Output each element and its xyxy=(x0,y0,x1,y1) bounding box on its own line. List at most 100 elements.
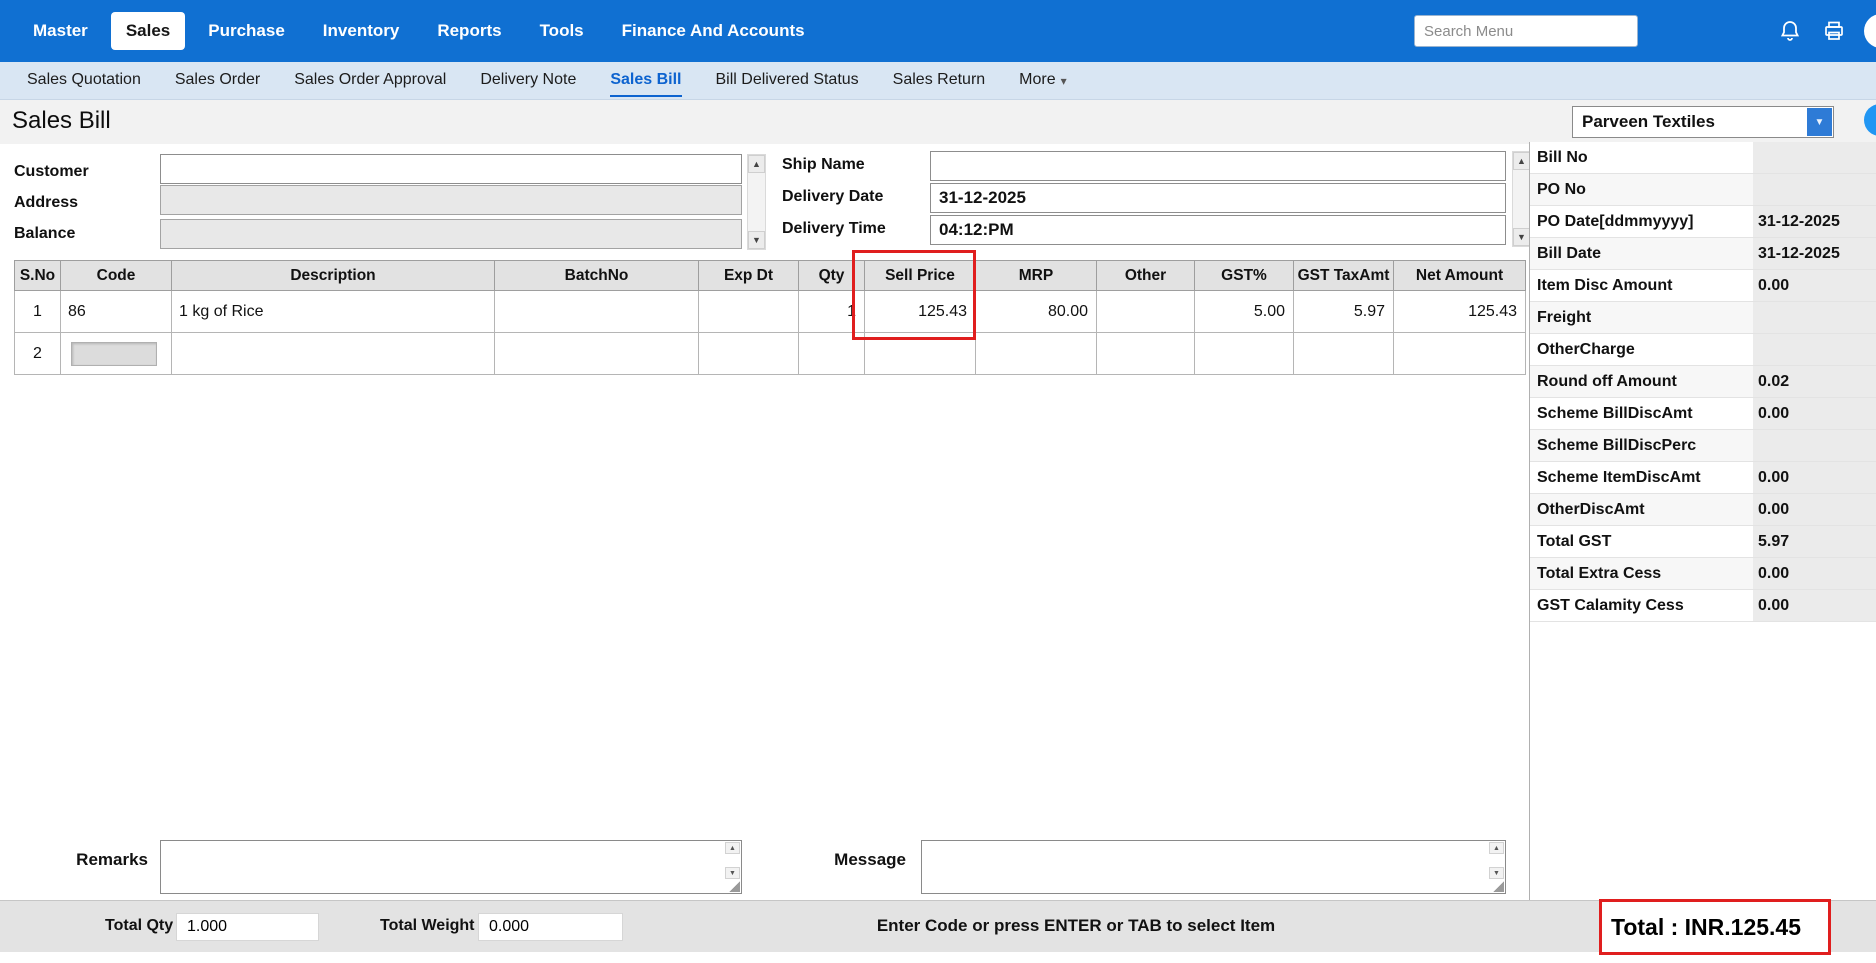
remarks-label: Remarks xyxy=(0,850,148,870)
cell-code[interactable]: 86 xyxy=(61,291,172,333)
resize-grip-icon[interactable] xyxy=(1492,880,1504,892)
cell-code xyxy=(61,333,172,375)
total-weight-label: Total Weight xyxy=(380,917,475,935)
remarks-input[interactable] xyxy=(161,841,723,893)
scroll-down-icon[interactable]: ▼ xyxy=(1513,228,1530,246)
cell-description[interactable] xyxy=(172,333,495,375)
col-header-qty: Qty xyxy=(799,261,865,291)
delivery-time-label: Delivery Time xyxy=(782,220,886,238)
cell-description[interactable]: 1 kg of Rice xyxy=(172,291,495,333)
items-table-header: S.No Code Description BatchNo Exp Dt Qty… xyxy=(15,261,1526,291)
cell-gst-taxamt[interactable] xyxy=(1294,333,1394,375)
scroll-up-icon[interactable]: ▲ xyxy=(748,155,765,173)
cell-gst-percent[interactable] xyxy=(1195,333,1294,375)
address-label: Address xyxy=(14,194,78,212)
scroll-down-icon[interactable]: ▼ xyxy=(748,231,765,249)
summary-row-po-date: PO Date[ddmmyyyy]31-12-2025 xyxy=(1530,206,1876,238)
scroll-down-icon[interactable]: ▼ xyxy=(1489,867,1504,879)
otherdiscamt-value[interactable]: 0.00 xyxy=(1753,494,1876,525)
subnav-item-sales-bill[interactable]: Sales Bill xyxy=(593,62,698,99)
company-select[interactable]: Parveen Textiles ▼ xyxy=(1572,106,1834,138)
total-highlight: Total : INR.125.45 xyxy=(1599,899,1831,955)
delivery-time-input[interactable] xyxy=(930,215,1506,245)
ship-name-input[interactable] xyxy=(930,151,1506,181)
po-date-value[interactable]: 31-12-2025 xyxy=(1753,206,1876,237)
cell-qty[interactable]: 1 xyxy=(799,291,865,333)
subnav-item-more[interactable]: More ▾ xyxy=(1002,62,1083,99)
message-input[interactable] xyxy=(922,841,1487,893)
cell-sno: 1 xyxy=(15,291,61,333)
page-title: Sales Bill xyxy=(12,107,111,135)
user-avatar[interactable] xyxy=(1864,14,1876,48)
cell-batchno[interactable] xyxy=(495,291,699,333)
subnav-item-sales-quotation[interactable]: Sales Quotation xyxy=(10,62,158,99)
subnav-item-sales-return[interactable]: Sales Return xyxy=(876,62,1003,99)
cell-net-amount[interactable] xyxy=(1394,333,1526,375)
total-gst-value: 5.97 xyxy=(1753,526,1876,557)
subnav-item-sales-order-approval[interactable]: Sales Order Approval xyxy=(277,62,463,99)
scroll-up-icon[interactable]: ▲ xyxy=(725,842,740,854)
bottom-status-bar: Total Qty Total Weight Enter Code or pre… xyxy=(0,900,1876,952)
cell-batchno[interactable] xyxy=(495,333,699,375)
chevron-down-icon[interactable]: ▼ xyxy=(1807,108,1832,136)
scroll-up-icon[interactable]: ▲ xyxy=(1489,842,1504,854)
cell-mrp[interactable] xyxy=(976,333,1097,375)
summary-row-othercharge: OtherCharge xyxy=(1530,334,1876,366)
item-row-2: 2 xyxy=(15,333,1526,375)
cell-other[interactable] xyxy=(1097,333,1195,375)
menu-item-tools[interactable]: Tools xyxy=(525,12,599,50)
menu-item-purchase[interactable]: Purchase xyxy=(193,12,300,50)
freight-value[interactable] xyxy=(1753,302,1876,333)
othercharge-value[interactable] xyxy=(1753,334,1876,365)
cell-qty[interactable] xyxy=(799,333,865,375)
subnav-item-bill-delivered-status[interactable]: Bill Delivered Status xyxy=(699,62,876,99)
menu-item-master[interactable]: Master xyxy=(18,12,103,50)
cell-sell-price[interactable] xyxy=(865,333,976,375)
search-input[interactable] xyxy=(1414,15,1638,47)
cell-gst-percent[interactable]: 5.00 xyxy=(1195,291,1294,333)
customer-input[interactable] xyxy=(160,154,742,184)
menu-item-finance-and-accounts[interactable]: Finance And Accounts xyxy=(607,12,820,50)
delivery-date-input[interactable] xyxy=(930,183,1506,213)
po-no-value[interactable] xyxy=(1753,174,1876,205)
total-weight-input[interactable] xyxy=(478,913,623,941)
col-header-gst-percent: GST% xyxy=(1195,261,1294,291)
item-disc-amount-value[interactable]: 0.00 xyxy=(1753,270,1876,301)
col-header-sell-price: Sell Price xyxy=(865,261,976,291)
bill-no-value[interactable] xyxy=(1753,142,1876,173)
cell-sell-price[interactable]: 125.43 xyxy=(865,291,976,333)
cell-other[interactable] xyxy=(1097,291,1195,333)
col-header-description: Description xyxy=(172,261,495,291)
total-qty-input[interactable] xyxy=(176,913,319,941)
scroll-down-icon[interactable]: ▼ xyxy=(725,867,740,879)
menu-item-inventory[interactable]: Inventory xyxy=(308,12,415,50)
bill-date-value[interactable]: 31-12-2025 xyxy=(1753,238,1876,269)
scheme-itemdiscamt-value[interactable]: 0.00 xyxy=(1753,462,1876,493)
subnav-item-delivery-note[interactable]: Delivery Note xyxy=(463,62,593,99)
cell-mrp[interactable]: 80.00 xyxy=(976,291,1097,333)
code-entry-input[interactable] xyxy=(71,342,157,366)
col-header-expdt: Exp Dt xyxy=(699,261,799,291)
balance-input xyxy=(160,219,742,249)
notification-bell-icon[interactable] xyxy=(1776,17,1804,45)
entry-hint-text: Enter Code or press ENTER or TAB to sele… xyxy=(826,916,1326,936)
cell-gst-taxamt[interactable]: 5.97 xyxy=(1294,291,1394,333)
resize-grip-icon[interactable] xyxy=(728,880,740,892)
col-header-batchno: BatchNo xyxy=(495,261,699,291)
round-off-amount-value[interactable]: 0.02 xyxy=(1753,366,1876,397)
summary-row-freight: Freight xyxy=(1530,302,1876,334)
ship-name-label: Ship Name xyxy=(782,156,865,174)
scheme-billdiscperc-value[interactable] xyxy=(1753,430,1876,461)
subnav-item-sales-order[interactable]: Sales Order xyxy=(158,62,277,99)
scheme-billdiscamt-value[interactable]: 0.00 xyxy=(1753,398,1876,429)
message-box: ▲ ▼ xyxy=(921,840,1506,894)
cell-expdt[interactable] xyxy=(699,333,799,375)
summary-row-round-off-amount: Round off Amount0.02 xyxy=(1530,366,1876,398)
scroll-up-icon[interactable]: ▲ xyxy=(1513,152,1530,170)
cell-expdt[interactable] xyxy=(699,291,799,333)
printer-icon[interactable] xyxy=(1820,17,1848,45)
remarks-box: ▲ ▼ xyxy=(160,840,742,894)
menu-item-sales[interactable]: Sales xyxy=(111,12,185,50)
cell-net-amount[interactable]: 125.43 xyxy=(1394,291,1526,333)
menu-item-reports[interactable]: Reports xyxy=(422,12,516,50)
